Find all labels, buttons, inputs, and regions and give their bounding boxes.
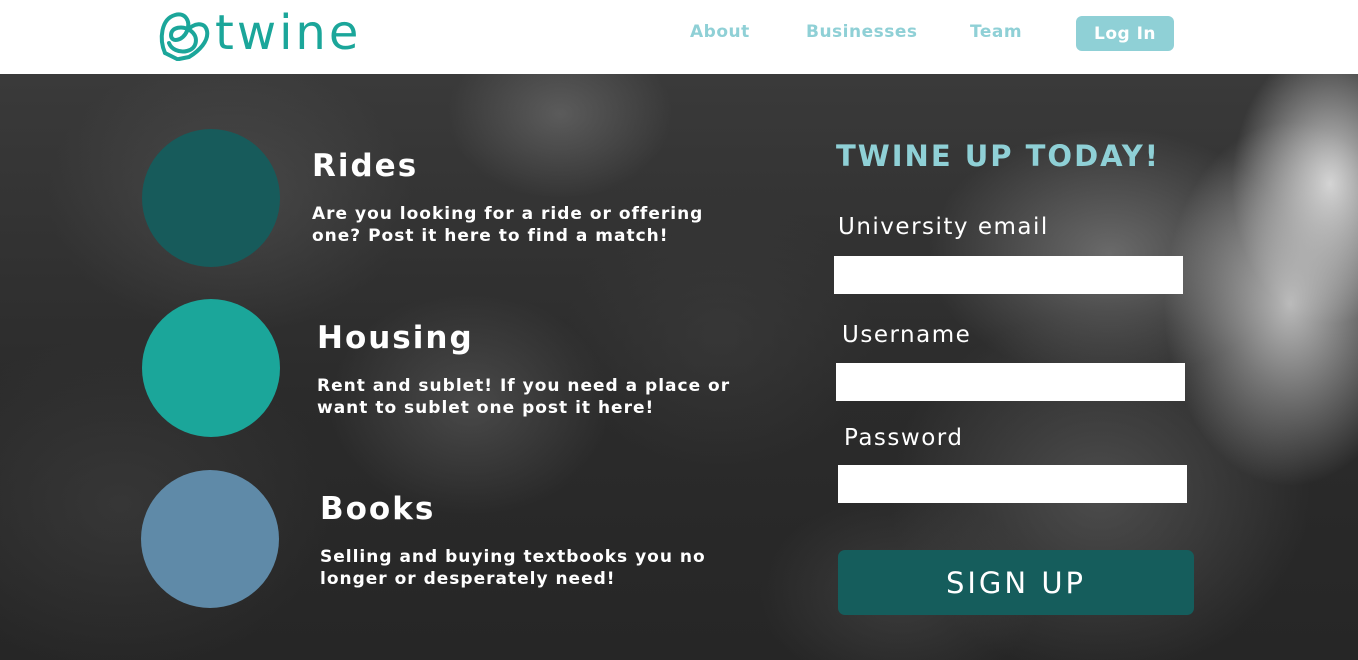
username-label: Username: [842, 322, 972, 348]
books-description: Selling and buying textbooks you no long…: [320, 547, 706, 589]
heart-knot-icon: [159, 12, 210, 61]
username-input[interactable]: [836, 363, 1185, 401]
rides-description: Are you looking for a ride or offering o…: [312, 204, 704, 246]
login-button[interactable]: Log In: [1076, 16, 1174, 51]
books-circle-icon: [141, 470, 279, 608]
rides-circle-icon: [142, 129, 280, 267]
sign-up-button[interactable]: SIGN UP: [838, 550, 1194, 615]
twine-logo[interactable]: twine: [157, 8, 361, 62]
signup-heading: TWINE UP TODAY!: [836, 139, 1161, 173]
nav-about-link[interactable]: About: [690, 22, 750, 42]
top-navbar: twine About Businesses Team Log In: [0, 0, 1358, 74]
university-email-input[interactable]: [834, 256, 1183, 294]
housing-title: Housing: [317, 320, 474, 356]
books-title: Books: [320, 491, 436, 527]
housing-description: Rent and sublet! If you need a place or …: [317, 376, 731, 418]
nav-businesses-link[interactable]: Businesses: [806, 22, 918, 42]
rides-title: Rides: [312, 148, 419, 184]
housing-circle-icon: [142, 299, 280, 437]
brand-name: twine: [215, 5, 362, 61]
university-email-label: University email: [838, 214, 1049, 240]
password-input[interactable]: [838, 465, 1187, 503]
password-label: Password: [844, 425, 964, 451]
nav-team-link[interactable]: Team: [970, 22, 1022, 42]
